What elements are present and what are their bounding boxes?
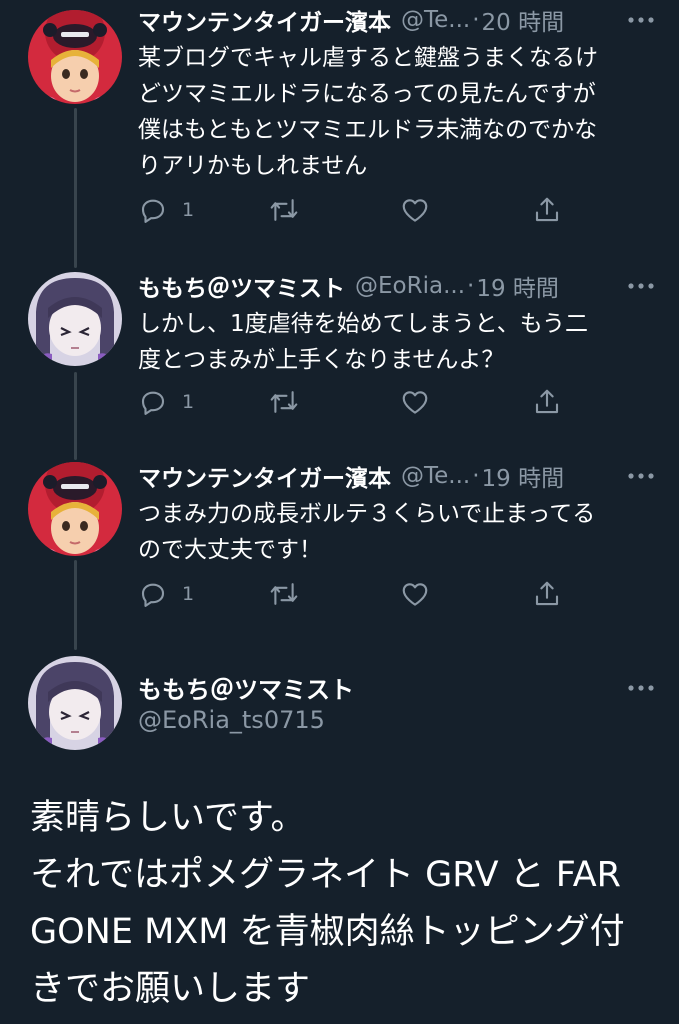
tweet-header: ももち＠ツマミスト @EoRia... · 19 時間 (138, 266, 659, 306)
separator-dot: · (472, 7, 480, 33)
like-icon (402, 199, 428, 222)
tweet-header: マウンテンタイガー濱本 @Te... · 20 時間 (138, 0, 659, 40)
user-handle[interactable]: @EoRia... (355, 273, 465, 299)
user-handle[interactable]: @EoRia_ts0715 (138, 706, 325, 734)
tweet[interactable]: マウンテンタイガー濱本 @Te... · 19 時間 つまみ力の成長ボルテ３くら… (0, 456, 679, 626)
avatar[interactable] (28, 10, 122, 104)
timestamp[interactable]: 19 時間 (482, 459, 565, 493)
tweet-text: つまみ力の成長ボルテ３くらいで止まってる ので大丈夫です！ (138, 501, 596, 563)
share-button[interactable] (532, 574, 562, 614)
share-icon (535, 389, 559, 414)
more-icon[interactable] (627, 674, 655, 702)
retweet-icon (270, 199, 298, 221)
tweet-actions: 1 (138, 382, 568, 422)
separator-dot: · (472, 463, 480, 489)
purple-hair-avatar-image (28, 272, 122, 366)
share-icon (535, 581, 559, 606)
more-icon[interactable] (627, 272, 655, 300)
retweet-button[interactable] (268, 190, 300, 230)
more-icon[interactable] (627, 6, 655, 34)
reply-icon (141, 391, 165, 415)
tweet-actions: 1 (138, 190, 568, 230)
reply-count: 1 (182, 583, 195, 605)
like-button[interactable] (400, 574, 430, 614)
retweet-button[interactable] (268, 382, 300, 422)
reply-button[interactable]: 1 (138, 382, 194, 422)
reply-icon (141, 583, 165, 607)
display-name[interactable]: マウンテンタイガー濱本 (138, 459, 391, 493)
user-handle[interactable]: @Te... (401, 463, 470, 489)
display-name[interactable]: マウンテンタイガー濱本 (138, 3, 391, 37)
like-icon (402, 391, 428, 414)
reply-button[interactable]: 1 (138, 190, 194, 230)
avatar[interactable] (28, 272, 122, 366)
retweet-icon (270, 583, 298, 605)
tweet[interactable]: ももち＠ツマミスト @EoRia... · 19 時間 しかし、1度虐待を始めて… (0, 266, 679, 436)
red-mask-avatar-image (28, 10, 122, 104)
avatar[interactable] (28, 656, 122, 750)
tweet-text: 某ブログでキャル虐すると鍵盤うまくなるけ どツマミエルドラになるっての見たんです… (138, 45, 598, 179)
like-icon (402, 583, 428, 606)
more-icon[interactable] (627, 462, 655, 490)
display-name[interactable]: ももち＠ツマミスト (138, 269, 345, 303)
share-button[interactable] (532, 190, 562, 230)
retweet-button[interactable] (268, 574, 300, 614)
share-button[interactable] (532, 382, 562, 422)
share-icon (535, 197, 559, 222)
timestamp[interactable]: 20 時間 (482, 3, 565, 37)
purple-hair-avatar-image (28, 656, 122, 750)
reply-count: 1 (182, 199, 195, 221)
retweet-icon (270, 391, 298, 413)
like-button[interactable] (400, 382, 430, 422)
tweet-actions: 1 (138, 574, 568, 614)
reply-icon (141, 199, 165, 223)
separator-dot: · (467, 273, 475, 299)
avatar[interactable] (28, 462, 122, 556)
reply-button[interactable]: 1 (138, 574, 194, 614)
like-button[interactable] (400, 190, 430, 230)
user-handle[interactable]: @Te... (401, 7, 470, 33)
tweet[interactable]: マウンテンタイガー濱本 @Te... · 20 時間 某ブログでキャル虐すると鍵… (0, 0, 679, 250)
timestamp[interactable]: 19 時間 (476, 269, 559, 303)
display-name[interactable]: ももち＠ツマミスト (138, 670, 354, 705)
red-mask-avatar-image (28, 462, 122, 556)
reply-count: 1 (182, 391, 195, 413)
main-tweet-text: 素晴らしいです。 それではポメグラネイト GRV と FAR GONE MXM … (30, 798, 625, 1009)
tweet-text: しかし、1度虐待を始めてしまうと、もう二 度とつまみが上手くなりませんよ？ (138, 311, 589, 373)
tweet-header: マウンテンタイガー濱本 @Te... · 19 時間 (138, 456, 659, 496)
